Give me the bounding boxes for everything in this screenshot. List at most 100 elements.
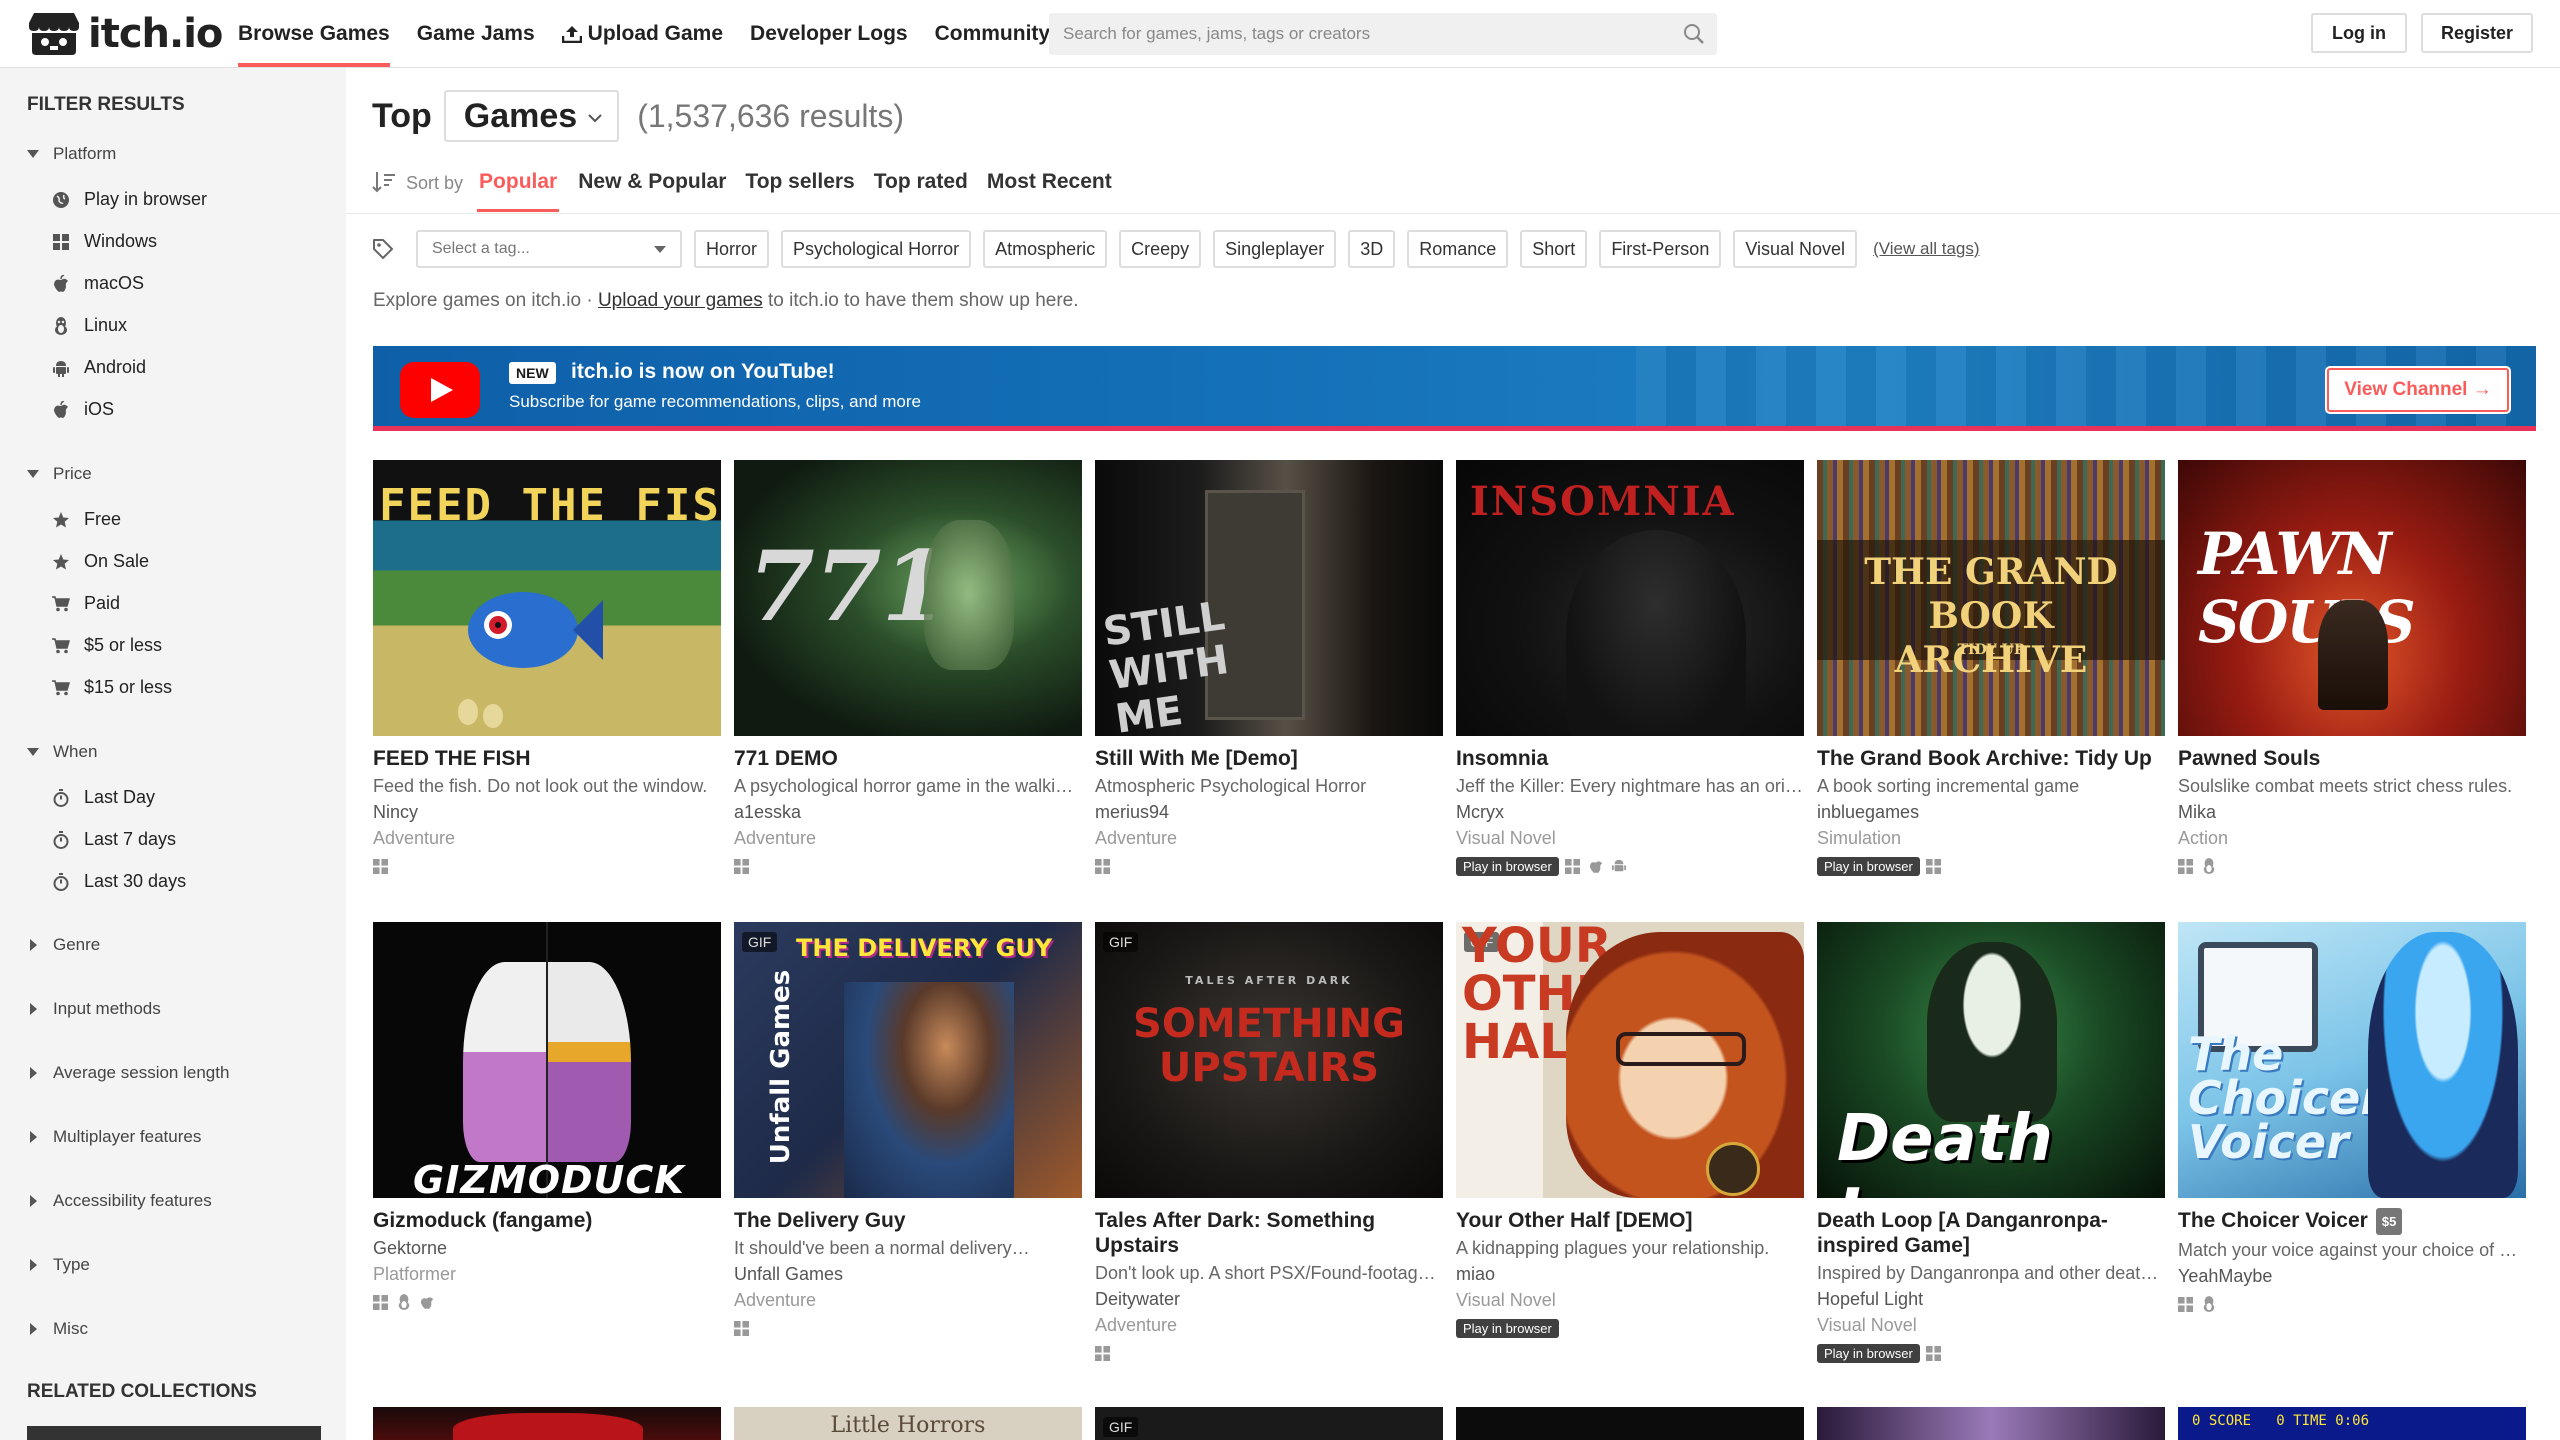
filter-group-input-methods[interactable]: Input methods (27, 999, 161, 1019)
game-title[interactable]: Still With Me [Demo] (1095, 746, 1443, 771)
game-thumbnail[interactable]: 0 SCORE 0 TIME 0:06 (2178, 1407, 2526, 1440)
register-button[interactable]: Register (2421, 13, 2533, 53)
youtube-banner[interactable]: NEW itch.io is now on YouTube! Subscribe… (373, 346, 2536, 431)
filter-group-genre[interactable]: Genre (27, 935, 100, 955)
filter-last-7-days[interactable]: Last 7 days (52, 829, 176, 850)
nav-browse-games[interactable]: Browse Games (238, 0, 390, 68)
game-author[interactable]: YeahMaybe (2178, 1266, 2526, 1287)
filter-group-session-length[interactable]: Average session length (27, 1063, 229, 1083)
filter-group-platform[interactable]: Platform (27, 144, 116, 164)
filter-ios[interactable]: iOS (52, 399, 114, 420)
game-thumbnail[interactable]: GIF THE DELIVERY GUY Unfall Games (734, 922, 1082, 1198)
sort-tab-most-recent[interactable]: Most Recent (987, 170, 1112, 210)
filter-last-30-days[interactable]: Last 30 days (52, 871, 186, 892)
nav-developer-logs[interactable]: Developer Logs (750, 0, 908, 68)
game-author[interactable]: Mcryx (1456, 802, 1804, 823)
tag-chip-singleplayer[interactable]: Singleplayer (1213, 230, 1337, 268)
filter-on-sale[interactable]: On Sale (52, 551, 149, 572)
nav-upload-game[interactable]: Upload Game (561, 0, 723, 68)
game-thumbnail[interactable]: The Choicer Voicer (2178, 922, 2526, 1198)
game-thumbnail[interactable]: Death Loop (1817, 922, 2165, 1198)
tag-chip-horror[interactable]: Horror (694, 230, 770, 268)
game-title[interactable]: The Choicer Voicer $5 (2178, 1208, 2526, 1235)
nav-community[interactable]: Community (935, 0, 1051, 68)
sort-tab-new-popular[interactable]: New & Popular (578, 170, 726, 210)
game-title[interactable]: 771 DEMO (734, 746, 1082, 771)
search-icon[interactable] (1683, 23, 1705, 50)
tag-chip-3d[interactable]: 3D (1348, 230, 1396, 268)
game-title[interactable]: Death Loop [A Danganronpa-inspired Game] (1817, 1208, 2165, 1258)
sort-tab-top-sellers[interactable]: Top sellers (745, 170, 854, 210)
game-cell: Death Loop Death Loop [A Danganronpa-ins… (1817, 922, 2165, 1363)
filter-linux[interactable]: Linux (52, 315, 127, 336)
game-thumbnail[interactable] (1817, 1407, 2165, 1440)
filter-play-in-browser[interactable]: Play in browser (52, 189, 207, 210)
filter-android[interactable]: Android (52, 357, 146, 378)
filter-paid[interactable]: Paid (52, 593, 120, 614)
tag-chip-psychological-horror[interactable]: Psychological Horror (781, 230, 972, 268)
tag-chip-creepy[interactable]: Creepy (1119, 230, 1202, 268)
game-thumbnail[interactable]: 771 (734, 460, 1082, 736)
filter-group-price[interactable]: Price (27, 464, 92, 484)
game-thumbnail[interactable]: FEED THE FISH (373, 460, 721, 736)
game-thumbnail[interactable]: Little Horrors (734, 1407, 1082, 1440)
game-title[interactable]: The Delivery Guy (734, 1208, 1082, 1233)
game-thumbnail[interactable]: INSOMNIA (1456, 460, 1804, 736)
game-title[interactable]: FEED THE FISH (373, 746, 721, 771)
filter-macos[interactable]: macOS (52, 273, 144, 294)
game-title[interactable]: Gizmoduck (fangame) (373, 1208, 721, 1233)
game-author[interactable]: inbluegames (1817, 802, 2165, 823)
itchio-logo[interactable]: itch.io (28, 8, 223, 60)
game-author[interactable]: Hopeful Light (1817, 1289, 2165, 1310)
game-author[interactable]: Gektorne (373, 1238, 721, 1259)
game-author[interactable]: miao (1456, 1264, 1804, 1285)
game-author[interactable]: Unfall Games (734, 1264, 1082, 1285)
filter-group-type[interactable]: Type (27, 1255, 90, 1275)
upload-games-link[interactable]: Upload your games (598, 290, 763, 311)
filter-group-misc[interactable]: Misc (27, 1319, 88, 1339)
filter-free[interactable]: Free (52, 509, 121, 530)
game-thumbnail[interactable]: THE GRAND BOOK ARCHIVE TIDY UP (1817, 460, 2165, 736)
tag-chip-atmospheric[interactable]: Atmospheric (983, 230, 1108, 268)
collection-thumbnail[interactable] (27, 1426, 321, 1440)
game-title[interactable]: Your Other Half [DEMO] (1456, 1208, 1804, 1233)
filter-group-multiplayer[interactable]: Multiplayer features (27, 1127, 201, 1147)
game-thumbnail[interactable] (373, 1407, 721, 1440)
game-author[interactable]: Nincy (373, 802, 721, 823)
view-channel-button[interactable]: View Channel → (2327, 368, 2509, 412)
tag-chip-visual-novel[interactable]: Visual Novel (1733, 230, 1858, 268)
game-title[interactable]: Insomnia (1456, 746, 1804, 771)
search-input[interactable] (1063, 13, 1663, 55)
tag-chip-romance[interactable]: Romance (1407, 230, 1509, 268)
nav-game-jams[interactable]: Game Jams (417, 0, 535, 68)
game-cell: GIF YOUR OTHER HALF Your Other Half [DEM… (1456, 922, 1804, 1338)
game-title[interactable]: Pawned Souls (2178, 746, 2526, 771)
category-dropdown[interactable]: Games (443, 90, 620, 142)
game-thumbnail[interactable]: GIF (1095, 1407, 1443, 1440)
filter-windows[interactable]: Windows (52, 231, 157, 252)
filter-group-when[interactable]: When (27, 742, 97, 762)
game-author[interactable]: merius94 (1095, 802, 1443, 823)
game-thumbnail[interactable]: STILL WITH ME (1095, 460, 1443, 736)
game-thumbnail[interactable]: GIZMODUCK (373, 922, 721, 1198)
tag-select-dropdown[interactable]: Select a tag... (416, 230, 682, 268)
game-author[interactable]: Deitywater (1095, 1289, 1443, 1310)
filter-5-or-less[interactable]: $5 or less (52, 635, 162, 656)
sort-tab-top-rated[interactable]: Top rated (874, 170, 968, 210)
filter-group-accessibility[interactable]: Accessibility features (27, 1191, 212, 1211)
sort-tab-popular[interactable]: Popular (477, 170, 560, 212)
game-author[interactable]: Mika (2178, 802, 2526, 823)
game-thumbnail[interactable]: GIF YOUR OTHER HALF (1456, 922, 1804, 1198)
login-button[interactable]: Log in (2311, 13, 2407, 53)
game-thumbnail[interactable]: GIF TALES AFTER DARK SOMETHING UPSTAIRS (1095, 922, 1443, 1198)
filter-15-or-less[interactable]: $15 or less (52, 677, 172, 698)
filter-last-day[interactable]: Last Day (52, 787, 155, 808)
view-all-tags-link[interactable]: (View all tags) (1873, 239, 1979, 259)
game-title[interactable]: Tales After Dark: Something Upstairs (1095, 1208, 1443, 1258)
game-thumbnail[interactable]: PAWN SOULS (2178, 460, 2526, 736)
tag-chip-first-person[interactable]: First-Person (1599, 230, 1722, 268)
game-author[interactable]: a1esska (734, 802, 1082, 823)
game-thumbnail[interactable] (1456, 1407, 1804, 1440)
game-title[interactable]: The Grand Book Archive: Tidy Up (1817, 746, 2165, 771)
tag-chip-short[interactable]: Short (1520, 230, 1588, 268)
